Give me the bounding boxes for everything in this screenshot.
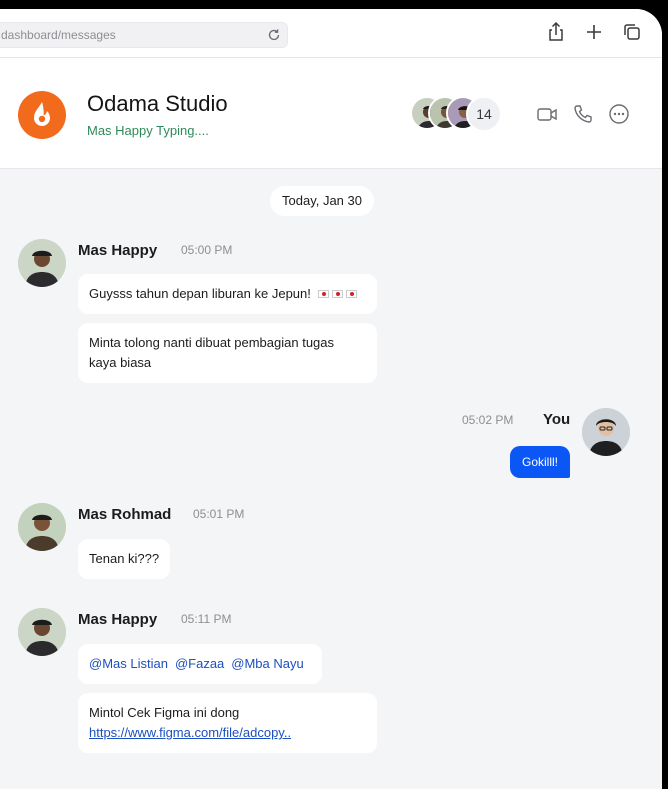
tabs-icon[interactable] (621, 21, 643, 43)
figma-link[interactable]: https://www.figma.com/file/adcopy.. (89, 723, 366, 743)
mention-tag[interactable]: @Fazaa (175, 656, 224, 671)
browser-toolbar: dashboard/messages (0, 9, 662, 58)
sender-name: Mas Rohmad (78, 506, 172, 523)
mentions-bubble[interactable]: @Mas Listian @Fazaa @Mba Nayu (78, 644, 322, 684)
message-text: Mintol Cek Figma ini dong (89, 705, 240, 720)
flame-icon (34, 102, 50, 126)
address-bar[interactable]: dashboard/messages (0, 22, 288, 48)
url-text: dashboard/messages (1, 28, 116, 42)
share-icon[interactable] (545, 21, 567, 43)
chat-header: Odama Studio Mas Happy Typing.... 14 (0, 58, 662, 169)
message-time: 05:01 PM (193, 507, 245, 521)
sender-name: Mas Happy (78, 242, 158, 259)
message-bubble-outgoing[interactable]: Gokilll! (510, 446, 571, 478)
video-call-icon[interactable] (536, 103, 558, 125)
phone-icon[interactable] (572, 103, 594, 125)
plus-icon[interactable] (583, 21, 605, 43)
message-bubble[interactable]: Guysss tahun depan liburan ke Jepun! (78, 274, 377, 314)
message-bubble[interactable]: Minta tolong nanti dibuat pembagian tuga… (78, 323, 377, 383)
message-bubble[interactable]: Mintol Cek Figma ini dong https://www.fi… (78, 693, 377, 753)
reload-icon[interactable] (267, 28, 281, 42)
sender-name: Mas Happy (78, 611, 158, 628)
group-name: Odama Studio (87, 91, 228, 116)
japan-flag-icon (345, 290, 357, 298)
avatar[interactable] (582, 408, 630, 456)
more-icon[interactable] (608, 103, 630, 125)
member-count: 14 (466, 96, 502, 132)
message-time: 05:02 PM (462, 413, 514, 427)
member-avatars[interactable]: 14 (410, 96, 510, 132)
mention-tag[interactable]: @Mas Listian (89, 656, 168, 671)
typing-status: Mas Happy Typing.... (87, 123, 209, 138)
group-logo (18, 91, 66, 139)
message-time: 05:11 PM (181, 612, 232, 626)
chat-window: dashboard/messages Odama Studio Mas Happ… (0, 9, 662, 789)
message-text: Minta tolong nanti dibuat pembagian tuga… (89, 335, 335, 350)
avatar[interactable] (18, 608, 66, 656)
mention-tag[interactable]: @Mba Nayu (231, 656, 303, 671)
message-text: Guysss tahun depan liburan ke Jepun! (89, 286, 311, 301)
avatar[interactable] (18, 239, 66, 287)
avatar[interactable] (18, 503, 66, 551)
sender-name: You (543, 411, 571, 428)
japan-flag-icon (317, 290, 329, 298)
message-bubble[interactable]: Tenan ki??? (78, 539, 171, 579)
date-separator: Today, Jan 30 (270, 186, 374, 216)
japan-flag-icon (331, 290, 343, 298)
message-time: 05:00 PM (181, 243, 233, 257)
message-text: kaya biasa (89, 355, 152, 370)
